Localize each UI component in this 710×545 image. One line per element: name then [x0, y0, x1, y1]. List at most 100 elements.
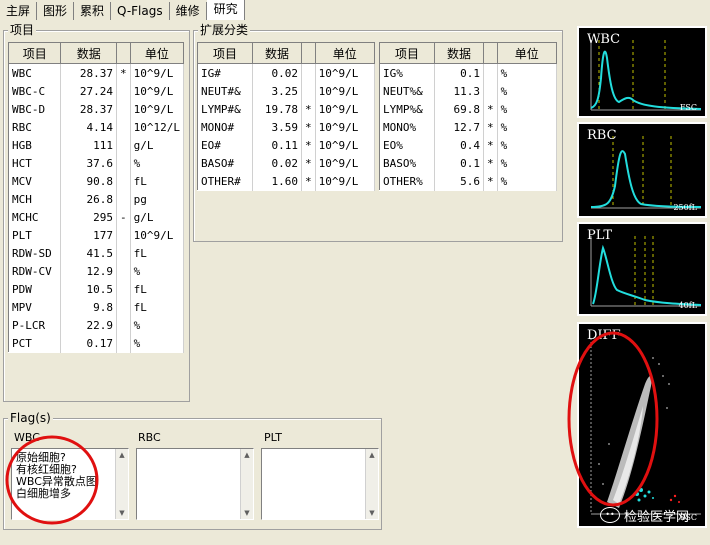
table-row[interactable]: P-LCR 22.9%	[8, 316, 185, 334]
ext-group-title: 扩展分类	[198, 23, 251, 37]
scroll-up-icon[interactable]: ▲	[366, 449, 378, 461]
annotation-circle	[5, 435, 99, 525]
scroll-down-icon[interactable]: ▼	[241, 507, 253, 519]
table-row[interactable]: LYMP%& 69.8 *%	[379, 100, 558, 118]
col-item[interactable]: 项目	[197, 42, 253, 64]
flags-plt-scrollbar[interactable]: ▲ ▼	[365, 449, 378, 519]
item-value: 37.6	[60, 154, 117, 172]
annotation-ellipse	[567, 331, 659, 507]
table-row[interactable]: EO% 0.4 *%	[379, 136, 558, 154]
table-row[interactable]: IG% 0.1%	[379, 63, 558, 82]
item-value: 41.5	[60, 244, 117, 262]
item-flag	[116, 334, 131, 353]
table-row[interactable]: WBC 28.37 * 10^9/L	[8, 63, 185, 82]
table-row[interactable]: OTHER# 1.60 * 10^9/L	[197, 172, 376, 191]
item-unit: %	[497, 136, 558, 154]
table-row[interactable]: NEUT%& 11.3%	[379, 82, 558, 100]
tab-main[interactable]: 主屏	[0, 2, 38, 20]
item-unit: 10^9/L	[315, 82, 376, 100]
table-row[interactable]: MCH 26.8 pg	[8, 190, 185, 208]
table-row[interactable]: PLT 177 10^9/L	[8, 226, 185, 244]
item-name: HGB	[8, 136, 62, 154]
plt-hist-unit: 40fL	[678, 301, 697, 310]
table-row[interactable]: BASO% 0.1 *%	[379, 154, 558, 172]
item-value: 19.78	[252, 100, 302, 118]
item-flag: *	[116, 63, 131, 82]
flags-rbc-list[interactable]: ▲ ▼	[136, 448, 254, 520]
table-row[interactable]: HGB 111 g/L	[8, 136, 185, 154]
table-row[interactable]: EO# 0.11 * 10^9/L	[197, 136, 376, 154]
item-value: 3.59	[252, 118, 302, 136]
table-row[interactable]: WBC-C 27.24 10^9/L	[8, 82, 185, 100]
col-flag[interactable]	[483, 42, 498, 64]
item-unit: %	[130, 316, 185, 334]
table-row[interactable]: RDW-SD 41.5 fL	[8, 244, 185, 262]
item-value: 90.8	[60, 172, 117, 190]
col-flag[interactable]	[301, 42, 316, 64]
table-row[interactable]: MPV 9.8 fL	[8, 298, 185, 316]
ext-abs-table: 项目 数据 单位 IG# 0.02 10^9/L NEUT#& 3.25 10^9/L LY…	[197, 42, 376, 191]
item-name: LYMP#&	[197, 100, 253, 118]
table-row[interactable]: RBC 4.14 10^12/L	[8, 118, 185, 136]
col-data[interactable]: 数据	[434, 42, 484, 64]
item-flag: *	[301, 154, 316, 172]
item-unit: 10^9/L	[315, 136, 376, 154]
scroll-down-icon[interactable]: ▼	[116, 507, 128, 519]
table-row[interactable]: RDW-CV 12.9%	[8, 262, 185, 280]
tab-maintenance[interactable]: 维修	[170, 2, 207, 20]
item-unit: %	[130, 334, 185, 353]
item-value: 1.60	[252, 172, 302, 191]
flags-wbc-scrollbar[interactable]: ▲ ▼	[115, 449, 128, 519]
tab-cumulative[interactable]: 累积	[74, 2, 112, 20]
plt-histogram[interactable]: PLT 40fL	[577, 222, 707, 316]
table-row[interactable]: MCHC 295- g/L	[8, 208, 185, 226]
item-flag	[116, 298, 131, 316]
item-unit: 10^9/L	[315, 118, 376, 136]
wbc-histogram[interactable]: WBC FSC	[577, 26, 707, 118]
tab-bar: 主屏 图形 累积 Q-Flags 维修 研究	[0, 0, 710, 20]
table-row[interactable]: PDW 10.5 fL	[8, 280, 185, 298]
item-flag	[301, 82, 316, 100]
col-unit[interactable]: 单位	[497, 42, 558, 64]
tab-research[interactable]: 研究	[206, 0, 245, 20]
flags-rbc-scrollbar[interactable]: ▲ ▼	[240, 449, 253, 519]
table-row[interactable]: MCV 90.8 fL	[8, 172, 185, 190]
scroll-down-icon[interactable]: ▼	[366, 507, 378, 519]
table-row[interactable]: HCT 37.6%	[8, 154, 185, 172]
table-row[interactable]: MONO# 3.59 * 10^9/L	[197, 118, 376, 136]
scroll-up-icon[interactable]: ▲	[241, 449, 253, 461]
table-row[interactable]: PCT 0.17%	[8, 334, 185, 353]
item-name: RDW-SD	[8, 244, 62, 262]
table-row[interactable]: OTHER% 5.6 *%	[379, 172, 558, 191]
watermark: •• 检验医学网	[600, 504, 710, 526]
item-name: WBC	[8, 63, 62, 82]
item-flag	[483, 82, 498, 100]
item-name: BASO%	[379, 154, 435, 172]
item-value: 69.8	[434, 100, 484, 118]
rbc-histogram[interactable]: RBC 250fL	[577, 122, 707, 218]
col-unit[interactable]: 单位	[130, 42, 185, 64]
table-row[interactable]: MONO% 12.7 *%	[379, 118, 558, 136]
table-row[interactable]: NEUT#& 3.25 10^9/L	[197, 82, 376, 100]
col-unit[interactable]: 单位	[315, 42, 376, 64]
item-unit: %	[497, 172, 558, 191]
item-flag	[116, 226, 131, 244]
col-data[interactable]: 数据	[252, 42, 302, 64]
col-data[interactable]: 数据	[60, 42, 117, 64]
col-flag[interactable]	[116, 42, 131, 64]
item-unit: fL	[130, 244, 185, 262]
item-name: MONO%	[379, 118, 435, 136]
table-row[interactable]: BASO# 0.02 * 10^9/L	[197, 154, 376, 172]
table-row[interactable]: LYMP#& 19.78 * 10^9/L	[197, 100, 376, 118]
tab-qflags[interactable]: Q-Flags	[111, 2, 170, 20]
col-item[interactable]: 项目	[8, 42, 62, 64]
watermark-text: 检验医学网	[624, 509, 690, 525]
item-name: EO%	[379, 136, 435, 154]
flags-plt-list[interactable]: ▲ ▼	[261, 448, 379, 520]
tab-graphics[interactable]: 图形	[37, 2, 75, 20]
item-unit: %	[130, 154, 185, 172]
col-item[interactable]: 项目	[379, 42, 435, 64]
scroll-up-icon[interactable]: ▲	[116, 449, 128, 461]
table-row[interactable]: WBC-D 28.37 10^9/L	[8, 100, 185, 118]
table-row[interactable]: IG# 0.02 10^9/L	[197, 63, 376, 82]
